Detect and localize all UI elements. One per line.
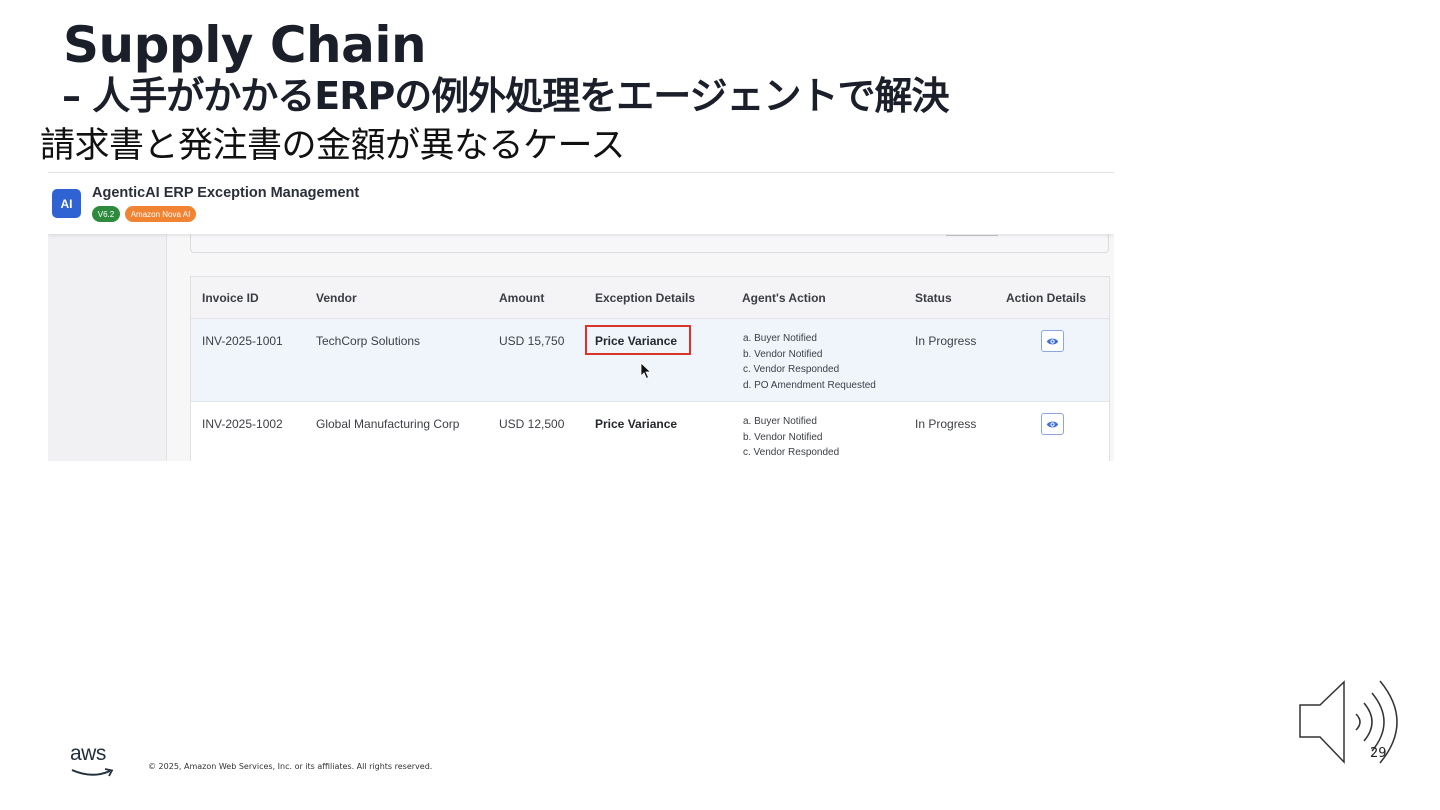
- slide-caption: 請求書と発注書の金額が異なるケース: [40, 126, 625, 166]
- aws-logo-text: aws: [70, 742, 106, 765]
- app-header: AI AgenticAI ERP Exception Management V6…: [48, 172, 1114, 234]
- amount-cell: USD 15,750: [499, 334, 565, 348]
- view-details-button[interactable]: [1041, 330, 1064, 352]
- app-sidebar: [48, 233, 167, 461]
- invoice-id-cell: INV-2025-1001: [202, 334, 283, 348]
- app-logo: AI: [52, 189, 81, 218]
- slide-subtitle: – 人手がかかるERPの例外処理をエージェントで解決: [62, 74, 950, 118]
- page-number: 29: [1370, 746, 1387, 761]
- speaker-icon[interactable]: [1296, 679, 1408, 765]
- status-cell: In Progress: [915, 417, 977, 431]
- column-header-status[interactable]: Status: [915, 291, 952, 305]
- table-row[interactable]: INV-2025-1001 TechCorp Solutions USD 15,…: [191, 319, 1109, 402]
- model-badge: Amazon Nova AI: [125, 206, 196, 222]
- amount-cell: USD 12,500: [499, 417, 565, 431]
- invoice-id-cell: INV-2025-1002: [202, 417, 283, 431]
- aws-smile-icon: [71, 768, 114, 777]
- column-header-action-details[interactable]: Action Details: [1006, 291, 1086, 305]
- view-details-button[interactable]: [1041, 413, 1064, 435]
- app-screenshot: AI AgenticAI ERP Exception Management V6…: [48, 172, 1114, 461]
- agent-action-item: a. Buyer Notified: [743, 416, 817, 427]
- agent-actions-list: a. Buyer Notified b. Vendor Notified c. …: [743, 331, 876, 393]
- highlight-box: [585, 325, 691, 355]
- slide-title: Supply Chain: [63, 16, 427, 74]
- agent-action-item: b. Vendor Notified: [743, 348, 823, 360]
- agent-action-item: c. Vendor Responded: [743, 364, 840, 375]
- column-header-amount[interactable]: Amount: [499, 291, 544, 305]
- agent-action-item: d. PO Amendment Requested: [743, 379, 876, 391]
- column-header-invoice-id[interactable]: Invoice ID: [202, 291, 259, 305]
- vendor-cell: TechCorp Solutions: [316, 334, 421, 348]
- eye-icon: [1046, 338, 1059, 344]
- table-row[interactable]: INV-2025-1002 Global Manufacturing Corp …: [191, 402, 1109, 461]
- aws-logo: aws: [70, 742, 116, 783]
- version-badge: V6.2: [92, 206, 120, 222]
- agent-actions-list: a. Buyer Notified b. Vendor Notified c. …: [743, 414, 839, 461]
- vendor-cell: Global Manufacturing Corp: [316, 417, 460, 431]
- exception-cell: Price Variance: [595, 417, 678, 431]
- app-title: AgenticAI ERP Exception Management: [92, 185, 360, 201]
- agent-action-item: a. Buyer Notified: [743, 333, 817, 344]
- column-header-vendor[interactable]: Vendor: [316, 291, 357, 305]
- table-header: Invoice ID Vendor Amount Exception Detai…: [191, 277, 1109, 319]
- eye-icon: [1046, 421, 1059, 427]
- agent-action-item: c. Vendor Responded: [743, 447, 840, 458]
- column-header-agents-action[interactable]: Agent's Action: [742, 291, 826, 305]
- column-header-exception-details[interactable]: Exception Details: [595, 291, 695, 305]
- mouse-cursor-icon: [640, 362, 652, 380]
- status-cell: In Progress: [915, 334, 977, 348]
- copyright-text: © 2025, Amazon Web Services, Inc. or its…: [148, 762, 433, 771]
- agent-action-item: b. Vendor Notified: [743, 431, 823, 443]
